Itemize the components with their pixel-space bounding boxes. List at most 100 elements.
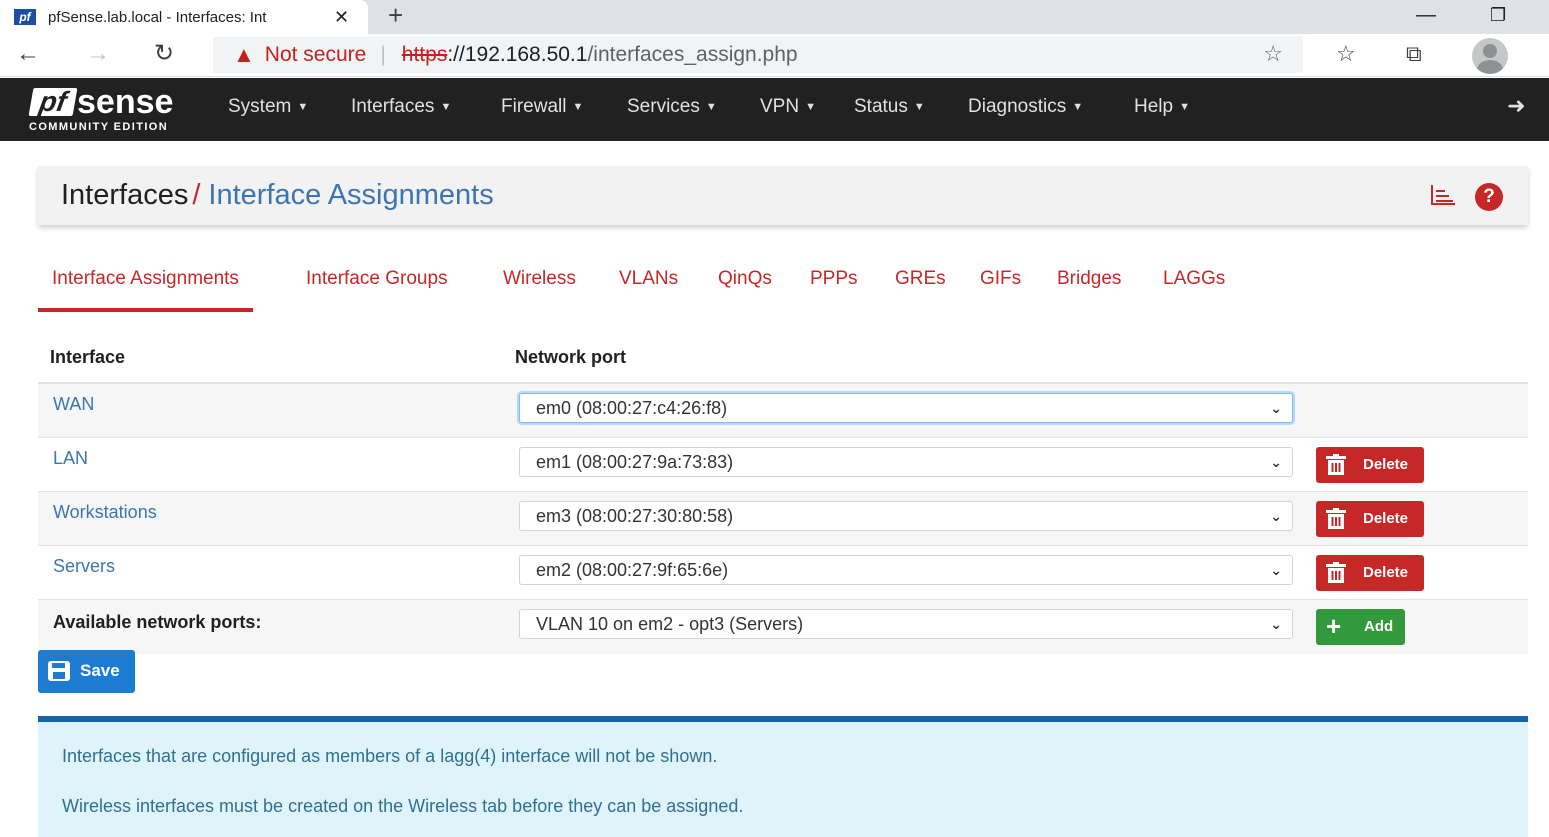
caret-down-icon: ▼ <box>805 101 816 113</box>
menu-label: VPN <box>760 96 800 117</box>
bookmark-star-icon[interactable]: ☆ <box>1263 41 1283 67</box>
tab-interface-groups[interactable]: Interface Groups <box>306 258 448 312</box>
menu-interfaces[interactable]: Interfaces ▼ <box>351 78 451 141</box>
tab-gres[interactable]: GREs <box>895 258 946 312</box>
favorites-icon[interactable]: ☆ <box>1336 34 1356 77</box>
delete-button-servers[interactable]: Delete <box>1316 555 1424 591</box>
interface-link-workstations[interactable]: Workstations <box>53 502 157 523</box>
restore-window-icon[interactable]: ❐ <box>1490 0 1506 34</box>
breadcrumb-panel: Interfaces / Interface Assignments ? <box>38 166 1528 225</box>
tab-wireless[interactable]: Wireless <box>503 258 576 312</box>
interface-link-servers[interactable]: Servers <box>53 556 115 577</box>
page-title[interactable]: Interface Assignments <box>208 179 493 211</box>
logo-edition-text: COMMUNITY EDITION <box>29 121 169 133</box>
help-question-icon[interactable]: ? <box>1475 183 1503 211</box>
menu-help[interactable]: Help ▼ <box>1134 78 1190 141</box>
interface-link-lan[interactable]: LAN <box>53 448 88 469</box>
breadcrumb-separator: / <box>192 179 201 211</box>
not-secure-label[interactable]: Not secure <box>265 43 367 67</box>
available-ports-select[interactable]: VLAN 10 on em2 - opt3 (Servers) ⌄ <box>519 609 1293 639</box>
trash-icon <box>1326 508 1346 529</box>
menu-label: Diagnostics <box>968 96 1067 117</box>
browser-tab-title: pfSense.lab.local - Interfaces: Int <box>48 8 267 26</box>
menu-label: Interfaces <box>351 96 435 117</box>
main-navbar: pf sense COMMUNITY EDITION System ▼ Inter… <box>0 78 1549 141</box>
menu-diagnostics[interactable]: Diagnostics ▼ <box>968 78 1083 141</box>
menu-label: Status <box>854 96 908 117</box>
tab-gifs[interactable]: GIFs <box>980 258 1021 312</box>
chevron-down-icon: ⌄ <box>1270 508 1282 524</box>
browser-tab[interactable]: pf pfSense.lab.local - Interfaces: Int ✕ <box>0 0 368 34</box>
chevron-down-icon: ⌄ <box>1270 454 1282 470</box>
back-arrow-icon[interactable]: ← <box>16 34 40 77</box>
pfsense-logo[interactable]: pf sense COMMUNITY EDITION <box>28 84 199 136</box>
close-tab-icon[interactable]: ✕ <box>334 7 349 28</box>
new-tab-icon[interactable]: + <box>388 0 403 34</box>
delete-label: Delete <box>1363 510 1409 527</box>
tab-laggs[interactable]: LAGGs <box>1163 258 1225 312</box>
menu-firewall[interactable]: Firewall ▼ <box>501 78 583 141</box>
caret-down-icon: ▼ <box>440 101 452 113</box>
menu-label: Services <box>627 96 700 117</box>
delete-label: Delete <box>1363 456 1409 473</box>
add-label: Add <box>1364 618 1394 635</box>
delete-button-lan[interactable]: Delete <box>1316 447 1424 483</box>
info-text-wireless: Wireless interfaces must be created on t… <box>62 796 744 816</box>
warning-triangle-icon: ▲ <box>233 42 255 67</box>
select-value: em0 (08:00:27:c4:26:f8) <box>536 398 728 418</box>
caret-down-icon: ▼ <box>1179 101 1190 113</box>
minimize-window-icon[interactable]: — <box>1416 0 1436 34</box>
tab-interface-assignments[interactable]: Interface Assignments <box>38 258 253 312</box>
profile-avatar[interactable] <box>1472 38 1508 74</box>
tab-vlans[interactable]: VLANs <box>619 258 678 312</box>
table-row-servers: Servers em2 (08:00:27:9f:65:6e) ⌄ Delete <box>38 546 1528 600</box>
floppy-disk-icon <box>48 661 70 681</box>
status-chart-icon[interactable] <box>1430 184 1456 206</box>
network-port-select-wan[interactable]: em0 (08:00:27:c4:26:f8) ⌄ <box>519 393 1293 423</box>
caret-down-icon: ▼ <box>297 101 309 113</box>
available-ports-label: Available network ports: <box>53 612 262 632</box>
caret-down-icon: ▼ <box>1072 101 1084 113</box>
add-button[interactable]: + Add <box>1316 609 1405 645</box>
save-button[interactable]: Save <box>38 650 135 693</box>
menu-system[interactable]: System ▼ <box>228 78 308 141</box>
logout-icon[interactable]: ➜ <box>1507 78 1525 141</box>
tab-qinqs[interactable]: QinQs <box>718 258 772 312</box>
table-row-workstations: Workstations em3 (08:00:27:30:80:58) ⌄ D… <box>38 492 1528 546</box>
select-value: em1 (08:00:27:9a:73:83) <box>536 452 734 472</box>
table-row-lan: LAN em1 (08:00:27:9a:73:83) ⌄ Delete <box>38 438 1528 492</box>
menu-label: Firewall <box>501 96 567 117</box>
url-text: ://192.168.50.1/interfaces_assign.php <box>447 43 797 67</box>
forward-arrow-icon[interactable]: → <box>86 34 110 77</box>
chevron-down-icon: ⌄ <box>1270 400 1282 416</box>
breadcrumb-parent[interactable]: Interfaces <box>61 179 188 211</box>
url-host: ://192.168.50.1 <box>447 43 588 66</box>
select-value: VLAN 10 on em2 - opt3 (Servers) <box>536 614 804 634</box>
menu-vpn[interactable]: VPN ▼ <box>760 78 816 141</box>
url-bar[interactable]: ▲ Not secure | https ://192.168.50.1/int… <box>213 37 1303 73</box>
url-path: /interfaces_assign.php <box>587 43 798 66</box>
network-port-select-workstations[interactable]: em3 (08:00:27:30:80:58) ⌄ <box>519 501 1293 531</box>
info-text-lagg: Interfaces that are configured as member… <box>62 746 718 766</box>
breadcrumb: Interfaces / Interface Assignments <box>61 166 494 224</box>
delete-button-workstations[interactable]: Delete <box>1316 501 1424 537</box>
menu-services[interactable]: Services ▼ <box>627 78 717 141</box>
interface-link-wan[interactable]: WAN <box>53 394 94 415</box>
network-port-select-servers[interactable]: em2 (08:00:27:9f:65:6e) ⌄ <box>519 555 1293 585</box>
url-divider: | <box>380 43 386 66</box>
caret-down-icon: ▼ <box>913 101 925 113</box>
delete-label: Delete <box>1363 564 1409 581</box>
chevron-down-icon: ⌄ <box>1270 616 1282 632</box>
tab-ppps[interactable]: PPPs <box>810 258 858 312</box>
browser-tab-strip: pf pfSense.lab.local - Interfaces: Int ✕… <box>0 0 1549 34</box>
menu-label: Help <box>1134 96 1174 117</box>
plus-icon: + <box>1326 611 1342 641</box>
reload-icon[interactable]: ↻ <box>154 34 174 77</box>
tab-bridges[interactable]: Bridges <box>1057 258 1121 312</box>
network-port-select-lan[interactable]: em1 (08:00:27:9a:73:83) ⌄ <box>519 447 1293 477</box>
url-scheme: https <box>401 43 448 66</box>
menu-status[interactable]: Status ▼ <box>854 78 925 141</box>
collections-icon[interactable]: ⧉ <box>1406 34 1422 77</box>
column-header-interface: Interface <box>50 347 126 367</box>
menu-label: System <box>228 96 292 117</box>
